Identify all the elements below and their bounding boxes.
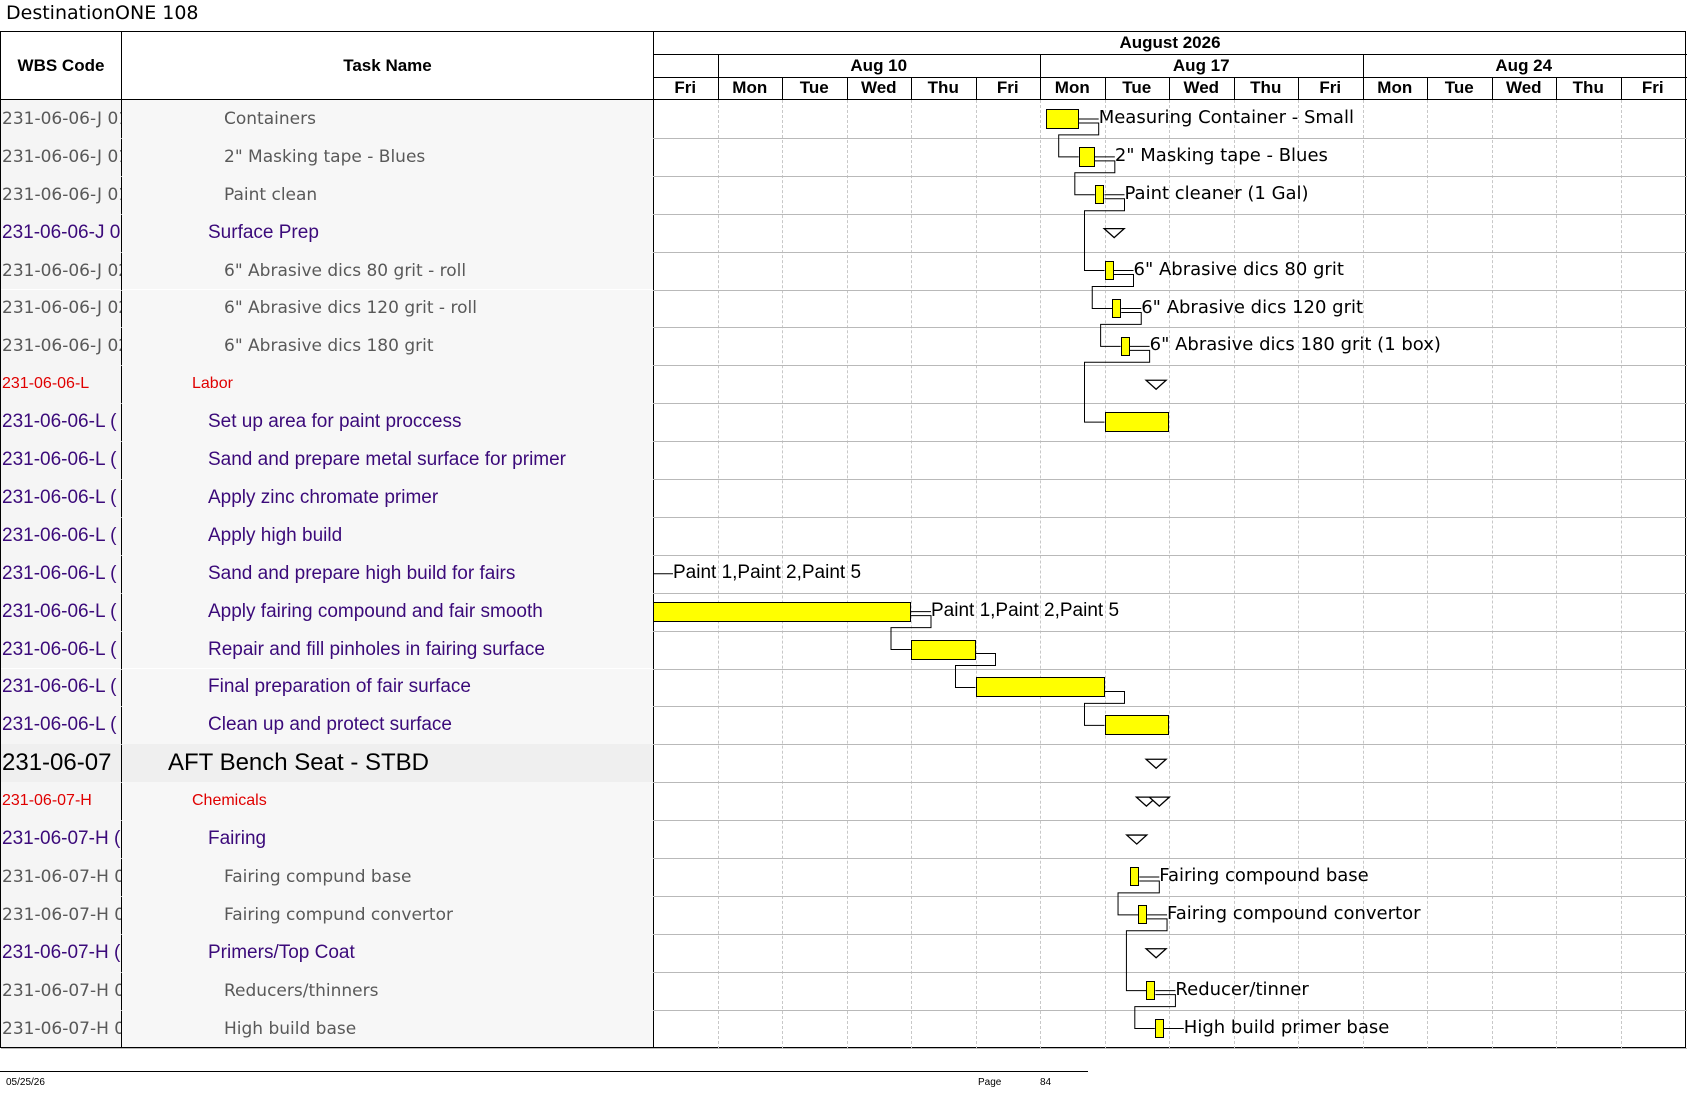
task-bar[interactable] — [1154, 1019, 1164, 1039]
task-bar[interactable] — [1104, 715, 1169, 736]
bar-label: 6" Abrasive dics 80 grit — [1133, 258, 1344, 280]
bar-label: Fairing compound base — [1159, 865, 1369, 886]
summary-marker[interactable] — [1144, 379, 1168, 391]
task-bar[interactable] — [975, 677, 1105, 698]
task-bar[interactable] — [1094, 185, 1105, 205]
document-title: DestinationONE 108 — [6, 2, 199, 24]
task-bar[interactable] — [911, 639, 976, 660]
page-label: Page — [978, 1077, 1002, 1088]
bar-label: Paint 1,Paint 2,Paint 5 — [673, 561, 862, 583]
task-bar[interactable] — [1146, 981, 1156, 1001]
bar-label: 6" Abrasive dics 120 grit — [1141, 296, 1364, 318]
task-bar[interactable] — [1078, 146, 1095, 167]
task-bar[interactable] — [653, 601, 911, 622]
task-bar[interactable] — [1120, 336, 1130, 356]
bar-label: High build primer base — [1183, 1016, 1390, 1038]
dependency-link[interactable] — [1084, 198, 1125, 272]
footer-rule — [0, 1071, 1088, 1072]
task-bar[interactable] — [1138, 905, 1148, 925]
bar-label: Paint cleaner (1 Gal) — [1124, 182, 1309, 204]
task-bar[interactable] — [1104, 412, 1169, 433]
dependency-link[interactable] — [1125, 918, 1168, 992]
gantt-sheet: WBS Code Task Name August 2026 Aug 10 Aug… — [0, 31, 1687, 1049]
gantt-chart — [653, 118, 1184, 1030]
summary-marker[interactable] — [1102, 227, 1126, 239]
page-number: 84 — [1040, 1077, 1052, 1088]
task-bar[interactable] — [1112, 298, 1122, 318]
summary-marker[interactable] — [1144, 948, 1168, 959]
task-bar[interactable] — [1104, 261, 1114, 281]
bar-label: 6" Abrasive dics 180 grit (1 box) — [1149, 334, 1441, 356]
bar-label: Reducer/tinner — [1175, 978, 1309, 1000]
task-bar[interactable] — [1130, 867, 1140, 887]
bar-label: Measuring Container - Small — [1098, 107, 1354, 128]
bar-label: 2" Masking tape - Blues — [1114, 144, 1328, 166]
print-date: 05/25/26 — [6, 1077, 45, 1088]
summary-marker[interactable] — [1144, 758, 1168, 770]
bar-label: Fairing compound convertor — [1167, 902, 1421, 924]
task-bar[interactable] — [1046, 108, 1079, 129]
summary-marker[interactable] — [1125, 834, 1149, 845]
bar-label: Paint 1,Paint 2,Paint 5 — [931, 599, 1120, 621]
